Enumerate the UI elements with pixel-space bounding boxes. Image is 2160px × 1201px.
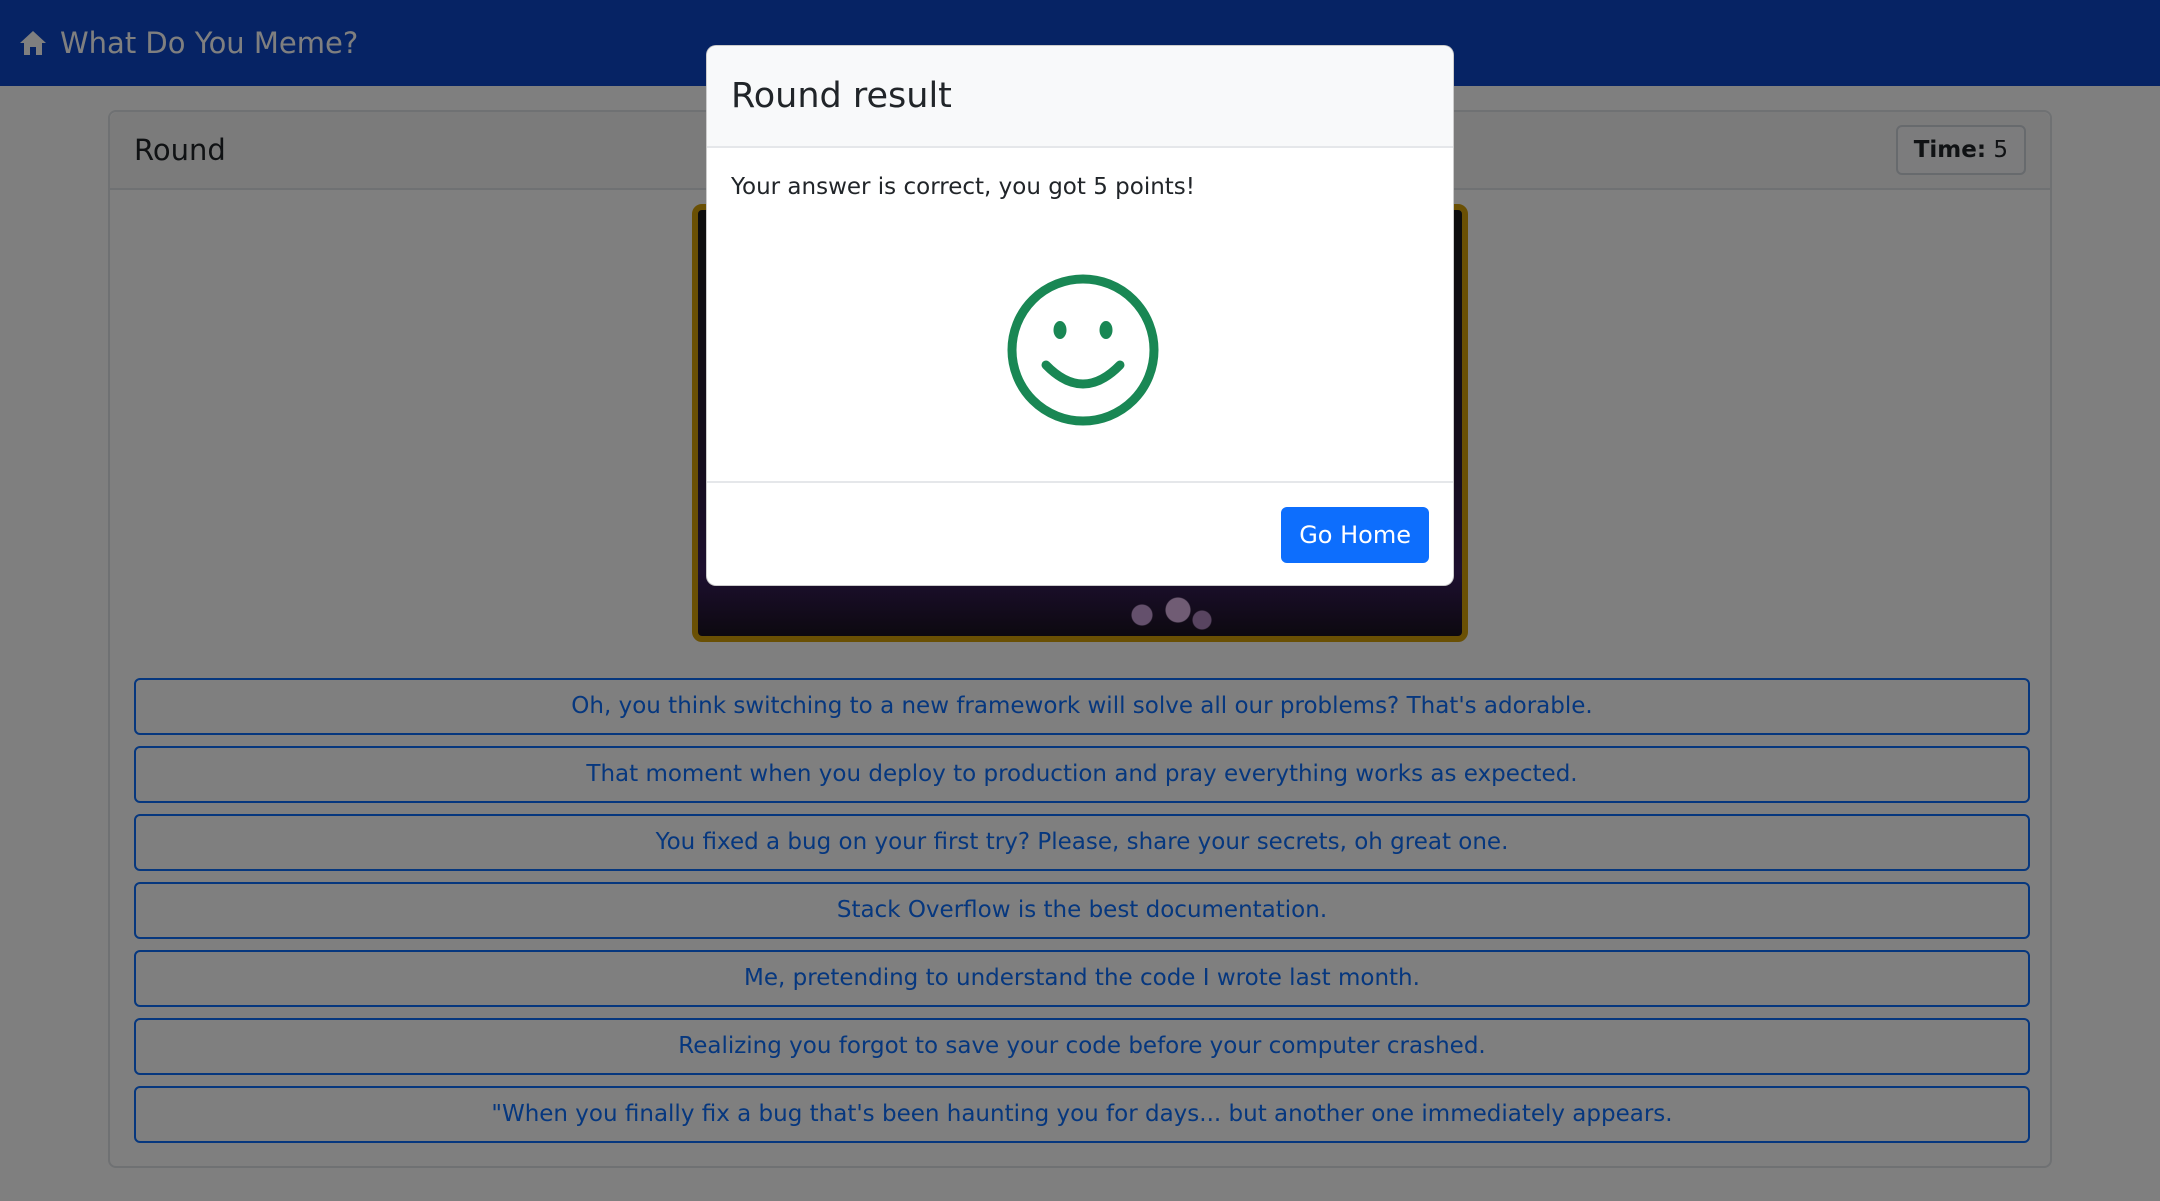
modal-body: Your answer is correct, you got 5 points… <box>707 148 1453 483</box>
modal-footer: Go Home <box>707 483 1453 585</box>
modal-title: Round result <box>731 76 952 116</box>
modal-header: Round result <box>707 46 1453 148</box>
round-result-modal: Round result Your answer is correct, you… <box>706 45 1454 586</box>
smiley-icon <box>1007 274 1159 426</box>
page: What Do You Meme? Round Time: 5 Oh, you … <box>0 0 2160 1201</box>
go-home-button[interactable]: Go Home <box>1281 507 1429 563</box>
result-message: Your answer is correct, you got 5 points… <box>731 174 1196 200</box>
